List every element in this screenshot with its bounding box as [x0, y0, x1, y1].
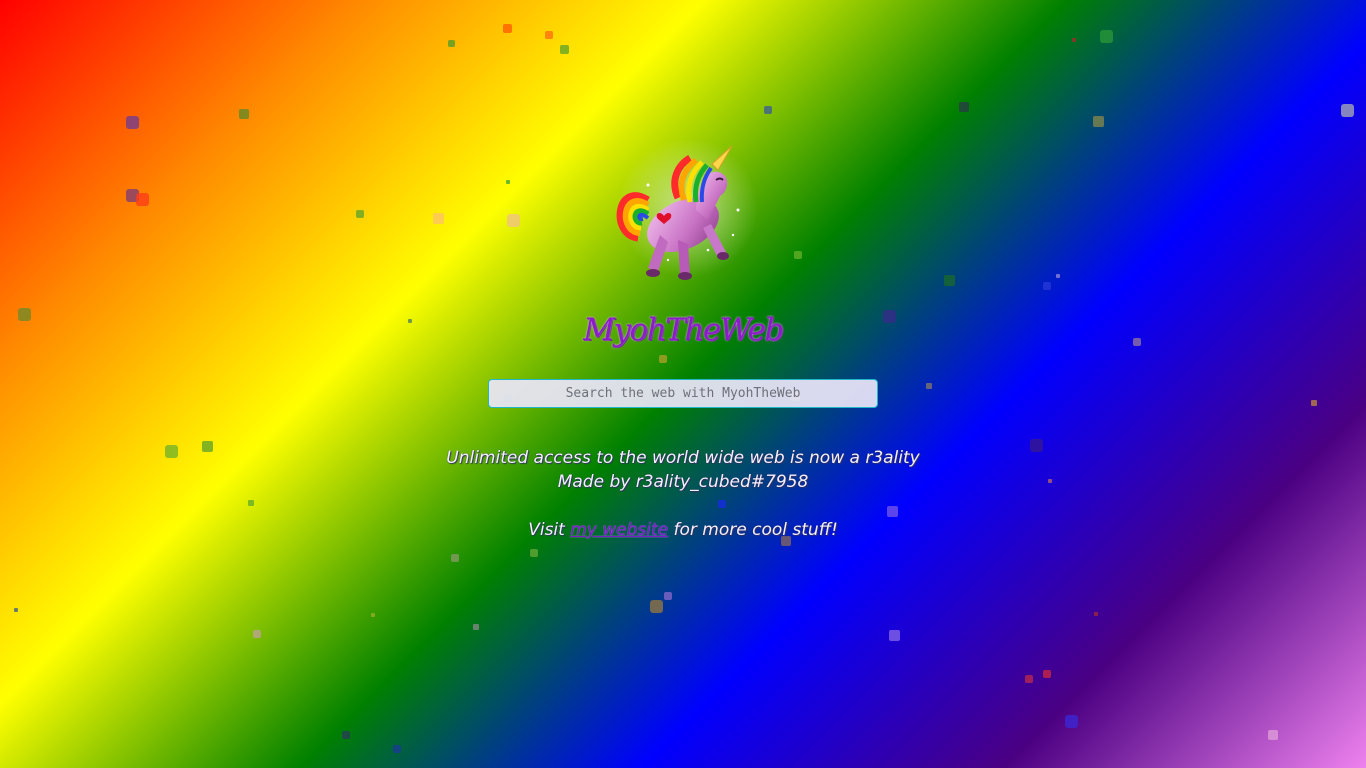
confetti-dot — [239, 109, 249, 119]
visit-suffix: for more cool stuff! — [668, 520, 838, 540]
tagline-line-1: Unlimited access to the world wide web i… — [446, 448, 920, 468]
tagline-line-2: Made by r3ality_cubed#7958 — [557, 472, 809, 492]
brand-name: MyohTheWeb — [583, 312, 784, 348]
website-link[interactable]: my website — [570, 520, 668, 540]
confetti-dot — [664, 592, 672, 600]
search-input[interactable] — [488, 379, 878, 408]
confetti-dot — [1072, 38, 1076, 42]
confetti-dot — [473, 624, 479, 630]
tagline: Unlimited access to the world wide web i… — [446, 446, 919, 542]
confetti-dot — [1094, 612, 1098, 616]
confetti-dot — [545, 31, 553, 39]
confetti-dot — [448, 40, 455, 47]
confetti-dot — [503, 24, 512, 33]
confetti-dot — [1025, 675, 1033, 683]
confetti-dot — [393, 745, 401, 753]
confetti-dot — [650, 600, 663, 613]
confetti-dot — [451, 554, 459, 562]
confetti-dot — [14, 608, 18, 612]
confetti-dot — [560, 45, 569, 54]
visit-line: Visit my website for more cool stuff! — [446, 518, 919, 542]
visit-prefix: Visit — [528, 520, 571, 540]
confetti-dot — [253, 630, 261, 638]
confetti-dot — [530, 549, 538, 557]
unicorn-logo-svg — [616, 140, 758, 280]
rainbow-unicorn-icon — [608, 140, 758, 285]
confetti-dot — [1341, 104, 1354, 117]
confetti-dot — [126, 116, 139, 129]
confetti-dot — [1093, 116, 1104, 127]
confetti-dot — [1268, 730, 1278, 740]
confetti-dot — [1065, 715, 1078, 728]
hero-section: MyohTheWeb Unlimited access to the world… — [0, 140, 1366, 542]
confetti-dot — [889, 630, 900, 641]
confetti-dot — [342, 731, 350, 739]
confetti-dot — [371, 613, 375, 617]
confetti-dot — [959, 102, 969, 112]
confetti-dot — [1043, 670, 1051, 678]
confetti-dot — [764, 106, 772, 114]
confetti-dot — [1100, 30, 1113, 43]
